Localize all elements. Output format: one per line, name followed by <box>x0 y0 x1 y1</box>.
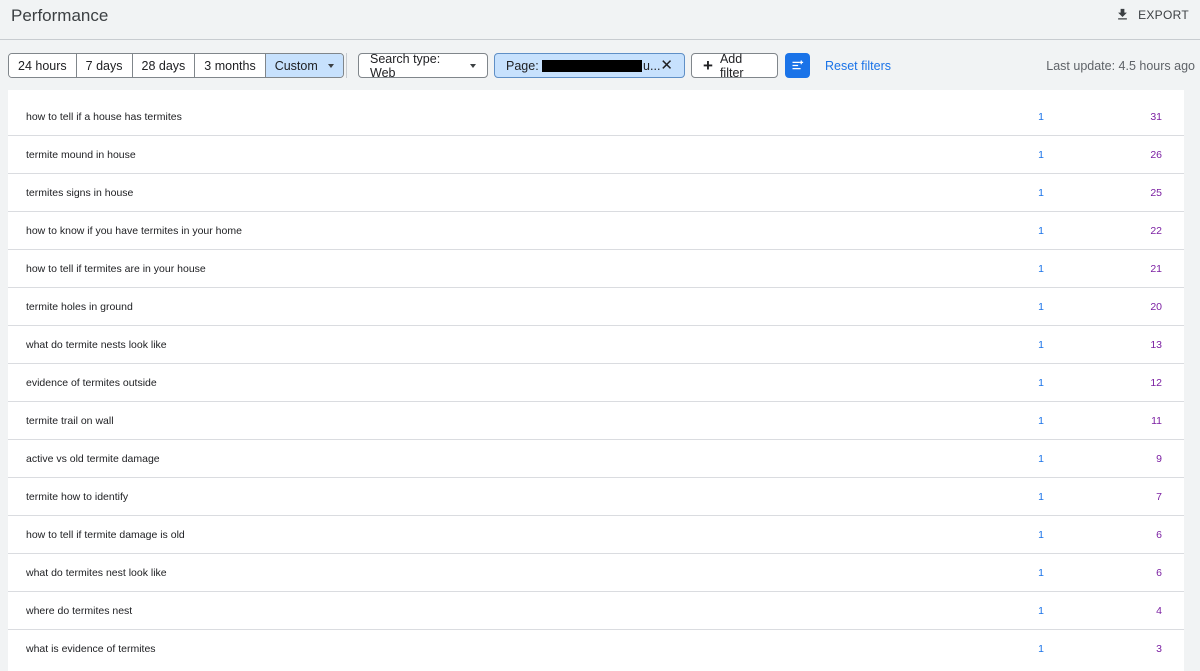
clicks-cell: 1 <box>1038 604 1044 617</box>
page-filter-suffix: u... <box>643 58 661 73</box>
date-range-3-months[interactable]: 3 months <box>195 54 266 77</box>
divider <box>346 53 347 78</box>
plus-icon: + <box>703 56 713 75</box>
table-row[interactable]: how to tell if termites are in your hous… <box>8 250 1184 288</box>
last-update-text: Last update: 4.5 hours ago <box>1046 59 1195 73</box>
date-range-label: Custom <box>274 58 318 73</box>
clicks-cell: 1 <box>1038 643 1044 655</box>
add-filter-label: Add filter <box>719 51 744 80</box>
table-row[interactable]: how to tell if a house has termites 1 31 <box>8 98 1184 136</box>
search-type-label: Search type: Web <box>370 51 441 80</box>
query-cell: termite mound in house <box>26 148 136 161</box>
impressions-cell: 20 <box>1150 300 1162 313</box>
query-cell: termite holes in ground <box>26 300 133 313</box>
table-row[interactable]: what do termites nest look like 1 6 <box>8 554 1184 592</box>
clicks-cell: 1 <box>1038 528 1044 541</box>
impressions-cell: 9 <box>1156 452 1162 465</box>
query-cell: what do termite nests look like <box>26 338 167 351</box>
date-range-24-hours[interactable]: 24 hours <box>9 54 77 77</box>
date-range-7-days[interactable]: 7 days <box>76 54 133 77</box>
impressions-cell: 6 <box>1156 528 1162 541</box>
close-icon[interactable]: ✕ <box>660 58 673 73</box>
download-icon <box>1118 8 1127 20</box>
impressions-cell: 22 <box>1150 224 1162 237</box>
query-cell: termites signs in house <box>26 186 134 199</box>
date-range-label: 3 months <box>204 58 256 73</box>
table-row[interactable]: termite trail on wall 1 11 <box>8 402 1184 440</box>
query-cell: evidence of termites outside <box>26 376 157 389</box>
query-cell: how to know if you have termites in your… <box>26 224 242 237</box>
impressions-cell: 12 <box>1150 376 1162 389</box>
caret-down-icon <box>470 63 476 68</box>
clicks-cell: 1 <box>1038 338 1044 351</box>
queries-table: how to tell if a house has termites 1 31… <box>8 90 1184 671</box>
query-cell: how to tell if termites are in your hous… <box>26 262 206 275</box>
table-row[interactable]: active vs old termite damage 1 9 <box>8 440 1184 478</box>
table-row[interactable]: how to know if you have termites in your… <box>8 212 1184 250</box>
redacted-url <box>541 59 643 72</box>
impressions-cell: 11 <box>1151 414 1162 427</box>
query-cell: how to tell if a house has termites <box>26 110 182 123</box>
export-button[interactable]: EXPORT <box>1115 7 1189 22</box>
date-range-label: 7 days <box>85 58 123 73</box>
date-range-label: 28 days <box>141 58 186 73</box>
table-row[interactable]: where do termites nest 1 4 <box>8 592 1184 630</box>
date-range-label: 24 hours <box>18 58 67 73</box>
date-range-custom[interactable]: Custom <box>265 54 343 77</box>
table-row[interactable]: what do termite nests look like 1 13 <box>8 326 1184 364</box>
query-cell: what do termites nest look like <box>26 566 167 579</box>
query-cell: how to tell if termite damage is old <box>26 528 185 541</box>
reset-filters-link[interactable]: Reset filters <box>825 59 891 73</box>
date-range-selector: 24 hours 7 days 28 days 3 months Custom <box>8 53 344 78</box>
impressions-cell: 21 <box>1150 262 1162 275</box>
clicks-cell: 1 <box>1038 566 1044 579</box>
query-cell: termite how to identify <box>26 490 129 503</box>
table-row[interactable]: termite mound in house 1 26 <box>8 136 1184 174</box>
page-filter-label: Page: <box>506 58 539 73</box>
query-cell: active vs old termite damage <box>26 452 160 465</box>
clicks-cell: 1 <box>1038 110 1044 123</box>
clicks-cell: 1 <box>1038 262 1044 275</box>
clicks-cell: 1 <box>1038 414 1044 427</box>
query-cell: termite trail on wall <box>26 414 114 427</box>
date-range-28-days[interactable]: 28 days <box>132 54 196 77</box>
export-label: EXPORT <box>1138 7 1189 22</box>
search-type-filter[interactable]: Search type: Web <box>358 51 488 80</box>
filter-bar: 24 hours 7 days 28 days 3 months Custom … <box>0 41 1200 90</box>
impressions-cell: 31 <box>1150 110 1162 123</box>
clicks-cell: 1 <box>1038 300 1044 313</box>
clicks-cell: 1 <box>1038 186 1044 199</box>
page-filter-chip[interactable]: Page: u... ✕ <box>494 53 685 78</box>
impressions-cell: 3 <box>1156 643 1162 655</box>
clicks-cell: 1 <box>1038 376 1044 389</box>
impressions-cell: 4 <box>1156 604 1162 617</box>
impressions-cell: 25 <box>1150 186 1162 199</box>
add-filter-button[interactable]: + Add filter <box>691 51 778 80</box>
page-header: Performance EXPORT <box>0 0 1200 40</box>
page-title: Performance <box>11 6 109 25</box>
clicks-cell: 1 <box>1038 452 1044 465</box>
table-row[interactable]: termites signs in house 1 25 <box>8 174 1184 212</box>
impressions-cell: 6 <box>1156 566 1162 579</box>
clicks-cell: 1 <box>1038 490 1044 503</box>
filter-settings-icon <box>792 60 804 70</box>
clicks-cell: 1 <box>1038 148 1044 161</box>
impressions-cell: 13 <box>1150 338 1162 351</box>
table-row[interactable]: termite how to identify 1 7 <box>8 478 1184 516</box>
clicks-cell: 1 <box>1038 224 1044 237</box>
impressions-cell: 7 <box>1156 490 1162 503</box>
query-cell: what is evidence of termites <box>26 643 156 655</box>
table-row[interactable]: how to tell if termite damage is old 1 6 <box>8 516 1184 554</box>
impressions-cell: 26 <box>1150 148 1162 161</box>
query-cell: where do termites nest <box>26 604 133 617</box>
caret-down-icon <box>327 63 334 68</box>
filter-settings-button[interactable] <box>785 53 810 78</box>
table-row[interactable]: termite holes in ground 1 20 <box>8 288 1184 326</box>
table-row[interactable]: evidence of termites outside 1 12 <box>8 364 1184 402</box>
table-row[interactable]: what is evidence of termites 1 3 <box>8 630 1184 668</box>
